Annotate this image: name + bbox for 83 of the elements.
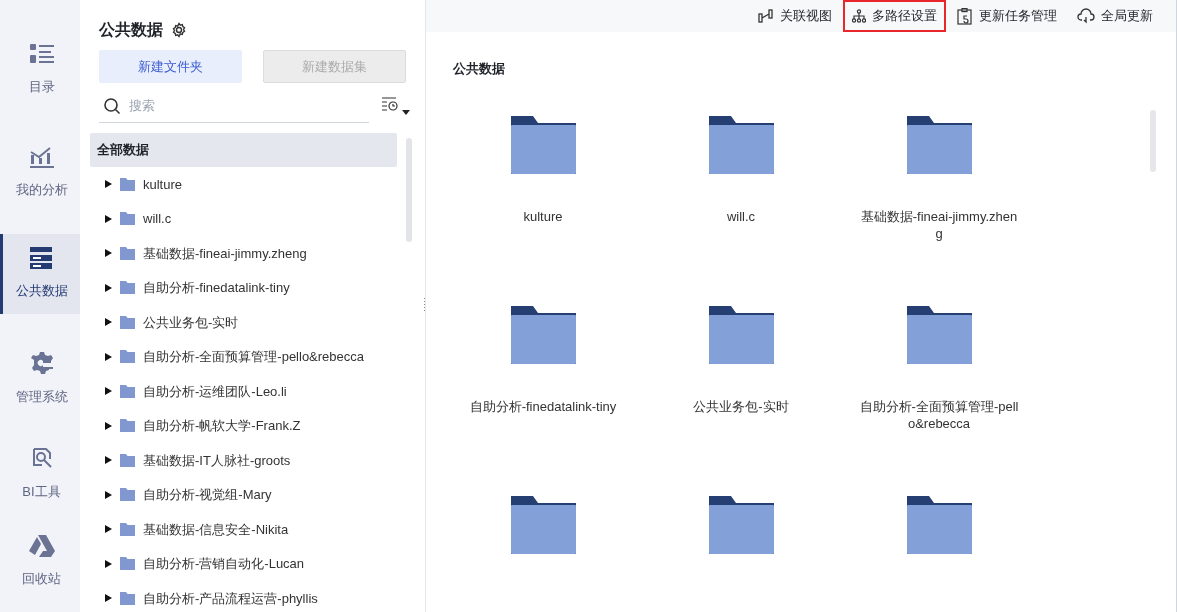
- folder-icon[interactable]: [708, 496, 774, 554]
- folder-icon: [120, 488, 135, 502]
- nav-item[interactable]: BI工具: [0, 430, 80, 518]
- triangle-icon: [28, 535, 55, 558]
- tree-item[interactable]: 自助分析-运维团队-Leo.li: [143, 381, 287, 401]
- folder-icon: [120, 453, 135, 467]
- expand-caret-icon[interactable]: [105, 249, 112, 258]
- tree-item[interactable]: 基础数据-IT人脉社-groots: [143, 450, 291, 470]
- clipboard-icon: [957, 7, 973, 25]
- folder-label[interactable]: 自助分析-finedatalink-tiny: [462, 398, 624, 415]
- folder-icon: [120, 177, 135, 191]
- expand-caret-icon[interactable]: [105, 387, 112, 396]
- gear-icon: [29, 350, 54, 375]
- settings-icon[interactable]: [171, 22, 187, 38]
- expand-caret-icon[interactable]: [105, 559, 112, 568]
- expand-caret-icon[interactable]: [105, 352, 112, 361]
- folder-icon: [120, 212, 135, 226]
- search-field[interactable]: 搜索: [129, 95, 329, 116]
- folder-icon[interactable]: [510, 496, 576, 554]
- expand-caret-icon[interactable]: [105, 594, 112, 603]
- toolbar-button[interactable]: 多路径设置: [843, 0, 946, 32]
- tree-item[interactable]: 自助分析-finedatalink-tiny: [143, 278, 290, 298]
- folder-icon: [120, 557, 135, 571]
- folder-label[interactable]: will.c: [660, 208, 822, 225]
- tree-item[interactable]: kulture: [143, 174, 183, 194]
- nav-item[interactable]: 目录: [0, 18, 80, 121]
- tree-item[interactable]: will.c: [143, 209, 172, 229]
- tree-item[interactable]: 自助分析-帆软大学-Frank.Z: [143, 416, 301, 436]
- folder-icon[interactable]: [906, 306, 972, 364]
- content-title: 公共数据: [453, 61, 505, 76]
- relation-icon: [758, 9, 774, 23]
- folder-label[interactable]: 自助分析-全面预算管理-pello&rebecca: [858, 398, 1020, 432]
- tree-root[interactable]: 全部数据: [90, 133, 397, 167]
- expand-caret-icon[interactable]: [105, 180, 112, 189]
- folder-icon: [120, 350, 135, 364]
- nav-item[interactable]: 我的分析: [0, 121, 80, 224]
- expand-caret-icon[interactable]: [105, 421, 112, 430]
- folder-label[interactable]: 基础数据-fineai-jimmy.zheng: [858, 208, 1020, 242]
- tree-item[interactable]: 自助分析-产品流程运营-phyllis: [143, 588, 318, 608]
- tree-item[interactable]: 自助分析-营销自动化-Lucan: [143, 554, 305, 574]
- toolbar-button[interactable]: 关联视图: [749, 0, 841, 32]
- folder-icon[interactable]: [510, 306, 576, 364]
- folder-icon[interactable]: [708, 116, 774, 174]
- tree-item[interactable]: 公共业务包-实时: [143, 312, 239, 332]
- tree-item[interactable]: 自助分析-全面预算管理-pello&rebecca: [143, 347, 365, 367]
- scrollbar[interactable]: [1150, 110, 1156, 172]
- panel-title: 公共数据: [99, 20, 163, 40]
- tree-item[interactable]: 自助分析-视觉组-Mary: [143, 485, 272, 505]
- list-icon: [29, 42, 54, 65]
- chart-icon: [29, 145, 54, 168]
- cloud-icon: [1077, 8, 1095, 24]
- folder-icon: [120, 281, 135, 295]
- expand-caret-icon[interactable]: [105, 283, 112, 292]
- tree-item[interactable]: 基础数据-fineai-jimmy.zheng: [143, 243, 307, 263]
- toolbar-button[interactable]: 全局更新: [1068, 0, 1162, 32]
- expand-caret-icon[interactable]: [105, 490, 112, 499]
- folder-icon: [120, 246, 135, 260]
- folder-icon: [120, 315, 135, 329]
- tree-item[interactable]: 基础数据-信息安全-Nikita: [143, 519, 289, 539]
- hierarchy-icon: [852, 9, 866, 23]
- scrollbar[interactable]: [406, 138, 412, 242]
- expand-caret-icon[interactable]: [105, 525, 112, 534]
- folder-icon[interactable]: [708, 306, 774, 364]
- search-icon: [103, 96, 121, 115]
- expand-caret-icon[interactable]: [105, 456, 112, 465]
- filter-sort-icon[interactable]: [381, 95, 411, 117]
- folder-icon: [120, 591, 135, 605]
- folder-icon[interactable]: [906, 116, 972, 174]
- expand-caret-icon[interactable]: [105, 318, 112, 327]
- expand-caret-icon[interactable]: [105, 214, 112, 223]
- folder-label[interactable]: 公共业务包-实时: [660, 398, 822, 415]
- folder-icon[interactable]: [510, 116, 576, 174]
- folder-icon[interactable]: [906, 496, 972, 554]
- folder-label[interactable]: kulture: [462, 208, 624, 225]
- folder-icon: [120, 522, 135, 536]
- folder-icon: [120, 384, 135, 398]
- nav-item[interactable]: 管理系统: [0, 327, 80, 430]
- folder-icon: [120, 419, 135, 433]
- toolbar-button[interactable]: 更新任务管理: [948, 0, 1066, 32]
- nav-item[interactable]: 回收站: [0, 518, 80, 606]
- new-folder-button[interactable]: 新建文件夹: [99, 50, 242, 83]
- nav-item[interactable]: 公共数据: [0, 234, 80, 314]
- stack-icon: [29, 247, 54, 270]
